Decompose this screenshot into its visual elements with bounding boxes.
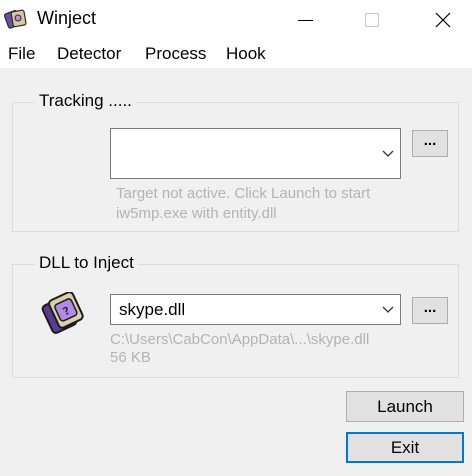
app-icon <box>4 9 27 29</box>
menu-detector[interactable]: Detector <box>57 44 121 64</box>
close-button[interactable] <box>420 0 466 40</box>
tracking-process-combobox[interactable] <box>110 128 401 179</box>
menu-bar: File Detector Process Hook <box>0 40 472 68</box>
tracking-group-label: Tracking ..... <box>35 91 136 111</box>
menu-file[interactable]: File <box>8 44 35 64</box>
menu-process[interactable]: Process <box>145 44 206 64</box>
tracking-browse-button[interactable]: ... <box>412 130 448 157</box>
dll-combobox[interactable]: skype.dll <box>110 294 401 325</box>
close-icon <box>435 12 451 28</box>
menu-hook[interactable]: Hook <box>226 44 266 64</box>
tracking-status-text: Target not active. Click Launch to start… <box>116 184 370 224</box>
dll-file-icon: ? <box>41 292 84 334</box>
dll-path: C:\Users\CabCon\AppData\...\skype.dll <box>110 331 370 348</box>
dll-group-label: DLL to Inject <box>35 253 138 273</box>
minimize-button[interactable] <box>282 0 328 40</box>
launch-button[interactable]: Launch <box>346 391 464 422</box>
title-bar[interactable]: Winject <box>0 0 472 40</box>
dll-info: C:\Users\CabCon\AppData\...\skype.dll 56… <box>110 331 369 367</box>
maximize-icon <box>365 13 379 27</box>
chevron-down-icon[interactable] <box>382 306 394 314</box>
minimize-icon <box>297 19 313 21</box>
dll-size: 56 KB <box>110 349 151 366</box>
exit-button[interactable]: Exit <box>346 432 464 463</box>
window-title: Winject <box>37 8 97 28</box>
chevron-down-icon[interactable] <box>382 150 394 158</box>
maximize-button[interactable] <box>349 0 395 40</box>
tracking-hint-line2: iw5mp.exe with entity.dll <box>116 205 277 222</box>
tracking-hint-line1: Target not active. Click Launch to start <box>116 185 371 202</box>
dll-combo-value: skype.dll <box>119 300 186 319</box>
dll-browse-button[interactable]: ... <box>412 297 448 324</box>
